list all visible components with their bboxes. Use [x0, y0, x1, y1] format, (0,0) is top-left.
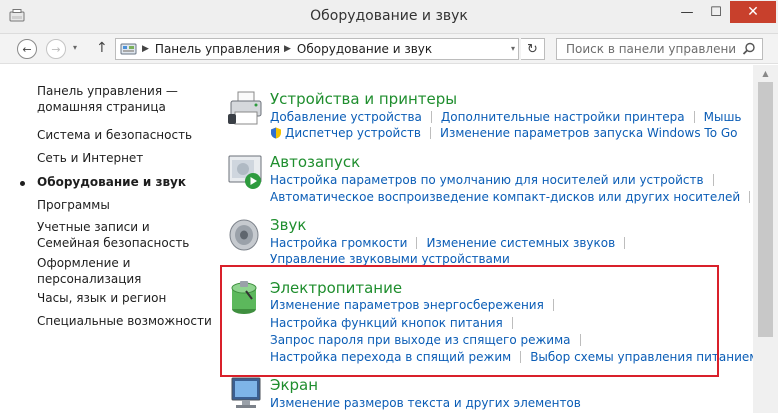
search-icon[interactable]	[742, 42, 756, 56]
sidebar-item-programs[interactable]: Программы	[37, 197, 212, 213]
recent-pages-chevron-icon[interactable]: ▾	[73, 43, 77, 52]
refresh-button[interactable]: ↻	[521, 38, 545, 60]
forward-button[interactable]: →	[46, 39, 66, 59]
close-button[interactable]: ✕	[730, 1, 776, 23]
link-mouse[interactable]: Мышь	[704, 110, 742, 124]
sidebar-item-appearance[interactable]: Оформление и персонализация	[37, 255, 212, 287]
control-panel-icon	[120, 43, 137, 55]
address-history-chevron-icon[interactable]: ▾	[511, 44, 515, 53]
link-row: Настройка параметров по умолчанию для но…	[270, 173, 723, 187]
minimize-button[interactable]: —	[674, 1, 700, 23]
link-text-size[interactable]: Изменение размеров текста и других элеме…	[270, 396, 581, 410]
link-separator	[693, 111, 695, 123]
category-title[interactable]: Автозапуск	[270, 153, 360, 171]
highlight-frame	[220, 265, 719, 377]
link-separator	[416, 237, 418, 249]
link-device-manager[interactable]: Диспетчер устройств	[285, 126, 421, 140]
breadcrumb-separator-icon[interactable]: ▶	[284, 44, 291, 54]
sidebar-item-hardware-sound[interactable]: Оборудование и звук	[37, 174, 212, 190]
link-windows-to-go[interactable]: Изменение параметров запуска Windows To …	[440, 126, 737, 140]
search-input[interactable]	[557, 39, 737, 59]
scroll-up-arrow-icon[interactable]: ▲	[753, 65, 778, 81]
link-separator	[430, 127, 432, 139]
link-add-device[interactable]: Добавление устройства	[270, 110, 422, 124]
link-default-media-settings[interactable]: Настройка параметров по умолчанию для но…	[270, 173, 704, 187]
link-separator	[749, 191, 751, 203]
category-title[interactable]: Звук	[270, 216, 306, 234]
window-title: Оборудование и звук	[310, 8, 468, 24]
link-row: Изменение размеров текста и других элеме…	[270, 396, 581, 410]
sidebar-item-home[interactable]: Панель управления — домашняя страница	[37, 83, 212, 115]
link-row: Настройка громкости Изменение системных з…	[270, 236, 634, 250]
link-sound-devices[interactable]: Управление звуковыми устройствами	[270, 252, 510, 266]
sidebar-item-user-accounts[interactable]: Учетные записи и Семейная безопасность	[37, 219, 212, 251]
title-bar: Оборудование и звук — ☐ ✕	[0, 0, 778, 34]
sidebar-item-network[interactable]: Сеть и Интернет	[37, 150, 212, 166]
up-button[interactable]: ↑	[96, 40, 108, 56]
link-row: Добавление устройства Дополнительные наст…	[270, 110, 742, 124]
sidebar-item-system-security[interactable]: Система и безопасность	[37, 127, 212, 143]
breadcrumb-control-panel[interactable]: Панель управления	[155, 42, 280, 56]
link-separator	[712, 174, 714, 186]
back-button[interactable]: ←	[17, 39, 37, 59]
link-volume[interactable]: Настройка громкости	[270, 236, 407, 250]
printer-icon	[228, 91, 262, 125]
link-system-sounds[interactable]: Изменение системных звуков	[426, 236, 615, 250]
maximize-button[interactable]: ☐	[703, 1, 729, 23]
address-bar[interactable]: ▶ Панель управления ▶ Оборудование и зву…	[115, 38, 519, 60]
scroll-thumb[interactable]	[758, 82, 773, 337]
link-printer-settings[interactable]: Дополнительные настройки принтера	[441, 110, 685, 124]
current-item-bullet-icon	[20, 181, 25, 186]
link-autoplay-cds[interactable]: Автоматическое воспроизведение компакт-д…	[270, 190, 740, 204]
link-row: Управление звуковыми устройствами	[270, 252, 510, 266]
link-separator	[624, 237, 626, 249]
sidebar-item-clock-region[interactable]: Часы, язык и регион	[37, 290, 212, 306]
vertical-scrollbar[interactable]: ▲	[753, 65, 778, 413]
monitor-icon	[231, 377, 261, 408]
sidebar-item-accessibility[interactable]: Специальные возможности	[37, 313, 212, 329]
link-row: Автоматическое воспроизведение компакт-д…	[270, 190, 759, 204]
category-title[interactable]: Устройства и принтеры	[270, 90, 457, 108]
search-box[interactable]	[556, 38, 763, 60]
shield-icon	[271, 127, 281, 139]
breadcrumb-separator-icon[interactable]: ▶	[142, 44, 149, 54]
breadcrumb-hardware-sound[interactable]: Оборудование и звук	[297, 42, 432, 56]
category-title[interactable]: Экран	[270, 376, 318, 394]
autoplay-icon	[228, 155, 262, 189]
link-row: Диспетчер устройств Изменение параметров …	[270, 126, 737, 140]
speaker-icon	[229, 219, 259, 251]
link-separator	[430, 111, 432, 123]
